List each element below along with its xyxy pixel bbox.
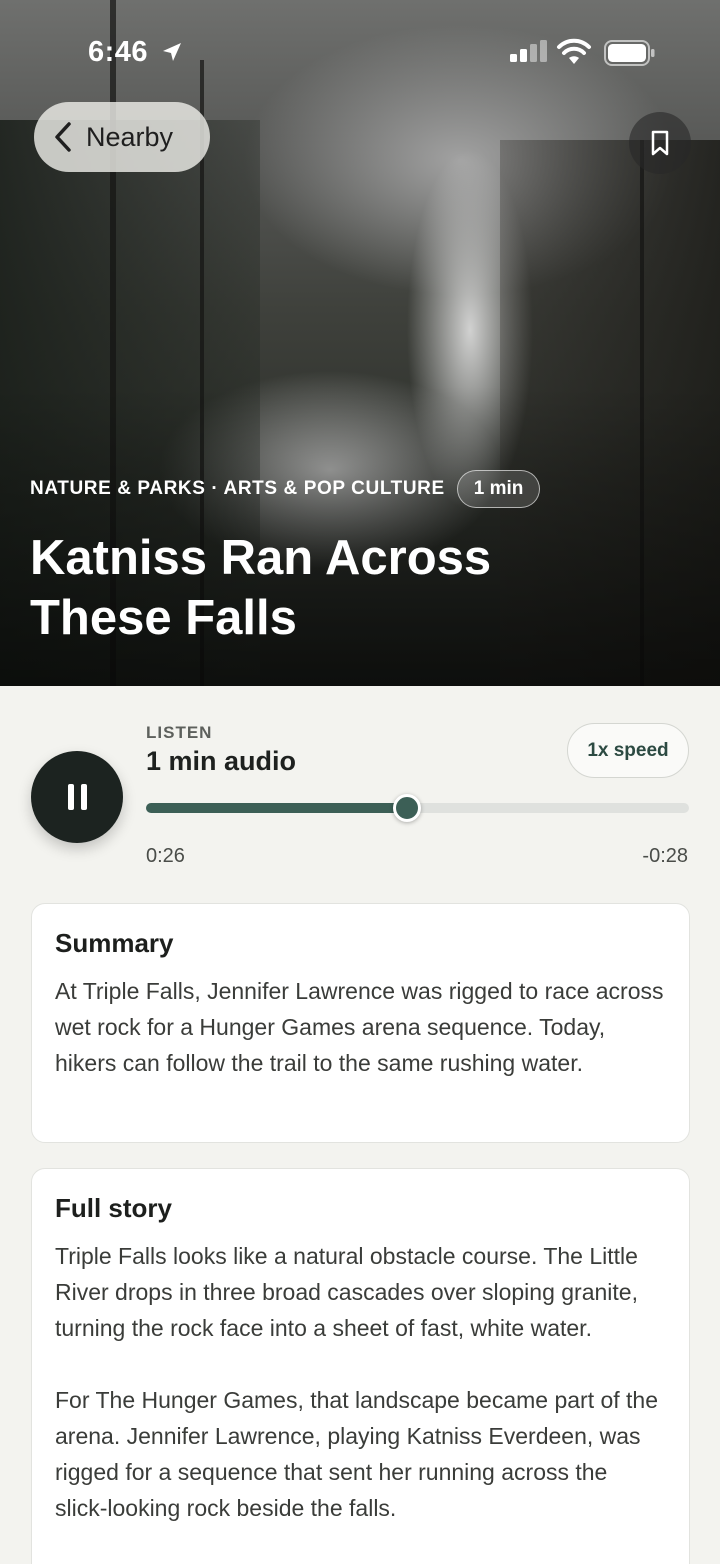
story-paragraph: Triple Falls looks like a natural obstac… <box>55 1243 638 1341</box>
duration-badge: 1 min <box>456 470 541 508</box>
pause-icon <box>80 784 87 810</box>
chevron-left-icon <box>55 122 71 152</box>
status-time: 6:46 <box>88 36 149 68</box>
battery-icon <box>604 40 655 66</box>
audio-length: 1 min audio <box>146 746 297 776</box>
location-arrow-icon <box>163 43 181 61</box>
cellular-signal-icon <box>510 40 547 62</box>
pause-icon <box>67 784 74 810</box>
bookmark-button[interactable] <box>629 112 691 174</box>
elapsed-time: 0:26 <box>146 845 185 867</box>
bookmark-icon <box>651 130 669 156</box>
back-button-label: Nearby <box>86 121 174 152</box>
summary-heading: Summary <box>55 928 174 958</box>
category-row: NATURE & PARKS · ARTS & POP CULTURE 1 mi… <box>30 470 541 508</box>
full-story-heading: Full story <box>55 1193 173 1223</box>
audio-scrubber-handle[interactable] <box>392 794 421 822</box>
audio-progress-fill <box>146 803 407 813</box>
summary-card: Summary At Triple Falls, Jennifer Lawren… <box>31 903 690 1143</box>
page-title: Katniss Ran Across These Falls <box>30 531 492 645</box>
story-paragraph: For The Hunger Games, that landscape bec… <box>55 1387 659 1521</box>
remaining-time: -0:28 <box>642 845 688 867</box>
summary-text: At Triple Falls, Jennifer Lawrence was r… <box>55 978 664 1076</box>
category-labels: NATURE & PARKS · ARTS & POP CULTURE <box>30 478 445 499</box>
playback-speed-button[interactable]: 1x speed <box>567 723 689 778</box>
listen-label: LISTEN <box>146 723 213 742</box>
back-button[interactable]: Nearby <box>34 102 210 172</box>
full-story-card: Full story Triple Falls looks like a nat… <box>31 1168 690 1564</box>
pause-button[interactable] <box>31 751 123 843</box>
status-bar: 6:46 <box>0 0 720 100</box>
audio-progress-slider[interactable] <box>146 794 689 822</box>
wifi-icon <box>557 38 591 64</box>
